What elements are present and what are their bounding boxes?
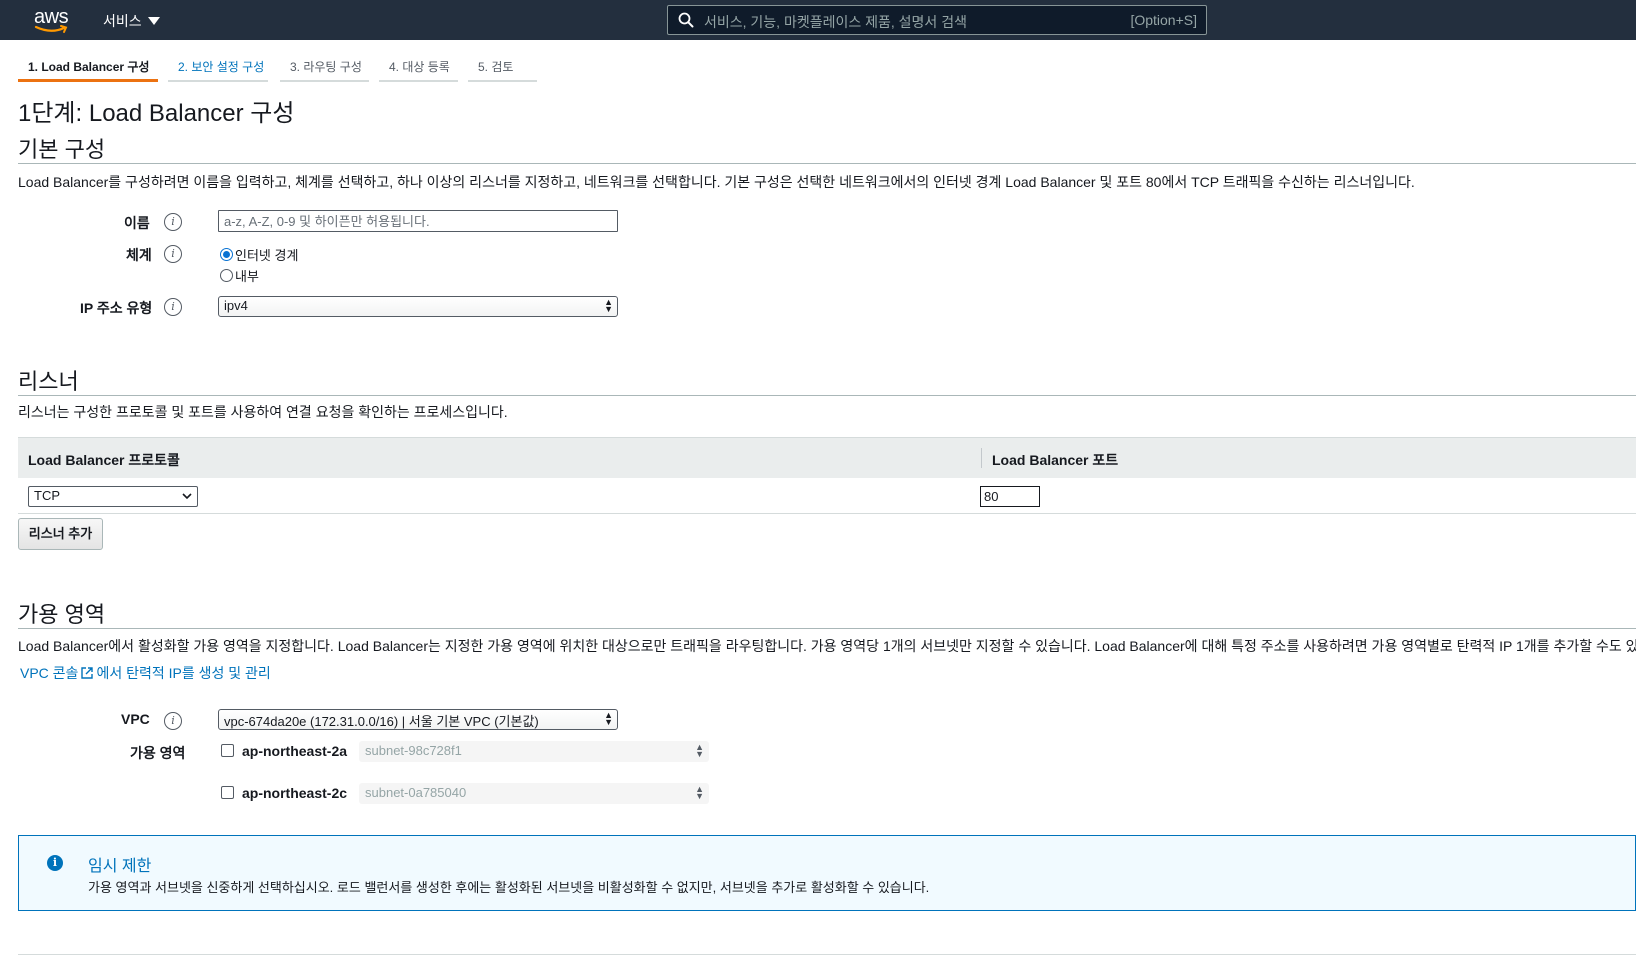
alert-title: 임시 제한 xyxy=(88,858,152,875)
listeners-description: 리스너는 구성한 프로토콜 및 포트를 사용하여 연결 요청을 확인하는 프로세… xyxy=(18,404,508,420)
radio-internal[interactable] xyxy=(220,269,233,282)
vpc-console-link[interactable]: VPC 콘솔 에서 탄력적 IP를 생성 및 관리 xyxy=(20,663,271,683)
scheme-internal-option[interactable]: 내부 xyxy=(220,266,259,285)
radio-internal-label: 내부 xyxy=(235,269,259,284)
info-icon[interactable]: i xyxy=(164,712,182,730)
divider xyxy=(18,163,1636,164)
vpc-label: VPC xyxy=(121,711,150,727)
radio-internet-facing-label: 인터넷 경계 xyxy=(235,248,299,263)
search-shortcut-hint: [Option+S] xyxy=(1130,12,1197,28)
divider xyxy=(18,954,1636,955)
info-circle-icon: i xyxy=(47,855,63,871)
tab-step-2[interactable]: 2. 보안 설정 구성 xyxy=(168,56,268,82)
zones-label: 가용 영역 xyxy=(130,745,186,761)
search-input[interactable]: 서비스, 기능, 마켓플레이스 제품, 설명서 검색 [Option+S] xyxy=(667,5,1207,35)
divider xyxy=(18,395,1636,396)
az-description: Load Balancer에서 활성화할 가용 영역을 지정합니다. Load … xyxy=(18,638,1636,654)
protocol-select[interactable]: TCP xyxy=(28,486,198,507)
top-navigation-bar: aws 서비스 서비스, 기능, 마켓플레이스 제품, 설명서 검색 [Opti… xyxy=(0,0,1636,40)
search-icon xyxy=(678,12,694,28)
basic-config-heading: 기본 구성 xyxy=(18,137,106,162)
subnet-value-2a: subnet-98c728f1 xyxy=(365,743,462,758)
select-arrows-icon: ▲ ▼ xyxy=(695,742,704,759)
tab-step-5[interactable]: 5. 검토 xyxy=(468,56,537,82)
tab-step-3[interactable]: 3. 라우팅 구성 xyxy=(280,56,369,82)
listeners-table-header: Load Balancer 프로토콜 Load Balancer 포트 xyxy=(18,437,1636,478)
services-label: 서비스 xyxy=(103,13,142,29)
zone-name-2c: ap-northeast-2c xyxy=(242,785,348,801)
col-protocol-header: Load Balancer 프로토콜 xyxy=(28,452,180,468)
aws-logo[interactable]: aws xyxy=(34,4,74,34)
vpc-select[interactable]: vpc-674da20e (172.31.0.0/16) | 서울 기본 VPC… xyxy=(218,709,618,730)
subnet-select-2c: subnet-0a785040 ▲ ▼ xyxy=(359,783,709,804)
vpc-value: vpc-674da20e (172.31.0.0/16) | 서울 기본 VPC… xyxy=(224,714,539,729)
tab-step-1[interactable]: 1. Load Balancer 구성 xyxy=(18,56,158,82)
zone-checkbox-2a[interactable] xyxy=(221,744,234,757)
ip-type-value: ipv4 xyxy=(224,298,248,313)
chevron-down-icon xyxy=(182,493,192,500)
table-row: TCP 80 xyxy=(18,478,1636,514)
tab-step-4[interactable]: 4. 대상 등록 xyxy=(379,56,458,82)
port-input[interactable]: 80 xyxy=(980,486,1040,507)
external-link-icon xyxy=(81,667,94,679)
scheme-internet-facing-option[interactable]: 인터넷 경계 xyxy=(220,245,298,264)
info-icon[interactable]: i xyxy=(164,213,182,231)
ip-type-select[interactable]: ipv4 ▲ ▼ xyxy=(218,296,618,317)
az-heading: 가용 영역 xyxy=(18,602,106,627)
name-label: 이름 xyxy=(124,215,150,231)
temporary-limit-alert: i 임시 제한 가용 영역과 서브넷을 신중하게 선택하십시오. 로드 밸런서를… xyxy=(18,835,1636,911)
name-input[interactable] xyxy=(218,210,618,232)
subnet-value-2c: subnet-0a785040 xyxy=(365,785,467,800)
scheme-label: 체계 xyxy=(126,247,152,263)
ip-type-label: IP 주소 유형 xyxy=(80,300,153,316)
protocol-value: TCP xyxy=(34,488,60,503)
caret-down-icon xyxy=(147,17,160,25)
services-menu[interactable]: 서비스 xyxy=(103,11,160,31)
column-divider xyxy=(981,448,982,468)
vpc-console-link-suffix: 에서 탄력적 IP를 생성 및 관리 xyxy=(96,665,271,681)
zone-name-2a: ap-northeast-2a xyxy=(242,743,348,759)
select-arrows-icon: ▲ ▼ xyxy=(604,297,613,314)
search-placeholder: 서비스, 기능, 마켓플레이스 제품, 설명서 검색 xyxy=(704,14,967,30)
select-arrows-icon: ▲ ▼ xyxy=(604,710,613,727)
alert-body: 가용 영역과 서브넷을 신중하게 선택하십시오. 로드 밸런서를 생성한 후에는… xyxy=(88,880,930,895)
info-icon[interactable]: i xyxy=(164,245,182,263)
page-title: 1단계: Load Balancer 구성 xyxy=(18,100,295,127)
zone-checkbox-2c[interactable] xyxy=(221,786,234,799)
select-arrows-icon: ▲ ▼ xyxy=(695,784,704,801)
subnet-select-2a: subnet-98c728f1 ▲ ▼ xyxy=(359,741,709,762)
listeners-heading: 리스너 xyxy=(18,369,79,394)
col-port-header: Load Balancer 포트 xyxy=(992,452,1119,468)
add-listener-button[interactable]: 리스너 추가 xyxy=(18,518,103,550)
basic-config-description: Load Balancer를 구성하려면 이름을 입력하고, 체계를 선택하고,… xyxy=(18,174,1415,190)
vpc-console-link-text: VPC 콘솔 xyxy=(20,665,79,681)
info-icon[interactable]: i xyxy=(164,298,182,316)
aws-smile-icon xyxy=(34,25,68,33)
radio-internet-facing[interactable] xyxy=(220,248,233,261)
divider xyxy=(18,628,1636,629)
